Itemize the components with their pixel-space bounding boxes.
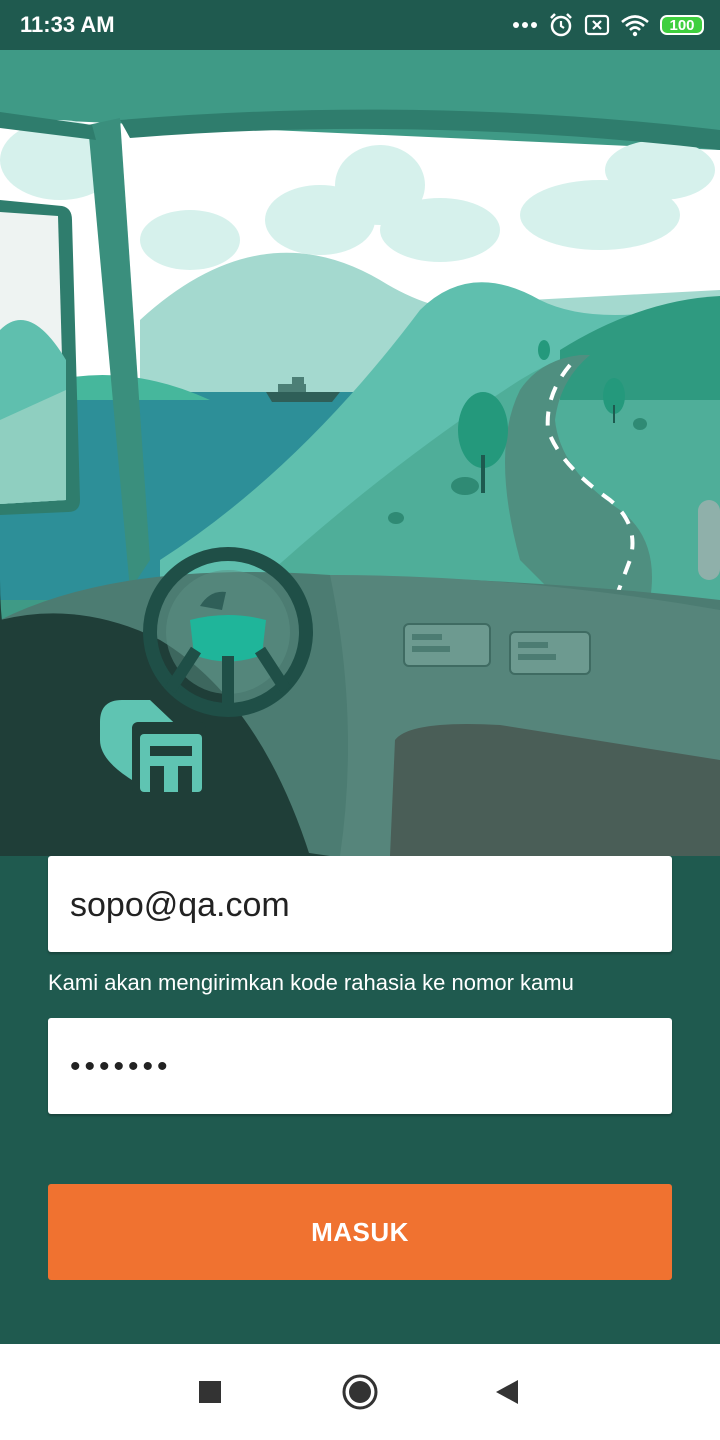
login-button[interactable]: MASUK [48,1184,672,1280]
hero-illustration [0,50,720,856]
status-time: 11:33 AM [20,12,115,37]
navigation-bar [0,1344,720,1440]
home-circle-icon[interactable] [340,1372,380,1412]
wifi-icon [621,15,649,37]
back-triangle-icon[interactable] [488,1372,528,1412]
password-field-container [48,1018,672,1116]
recents-square-icon[interactable] [190,1372,230,1412]
email-field[interactable] [68,856,652,954]
status-icons: 100 [512,10,704,40]
password-field[interactable] [68,1018,652,1116]
status-bar: 11:33 AM 100 [0,0,720,50]
more-dots-icon [513,22,537,28]
email-field-container [48,856,672,954]
steering-wheel [143,547,313,717]
alarm-icon [550,13,572,37]
sim-error-icon [584,14,610,36]
battery-icon: 100 [660,15,704,35]
helper-text: Kami akan mengirimkan kode rahasia ke no… [48,970,574,995]
